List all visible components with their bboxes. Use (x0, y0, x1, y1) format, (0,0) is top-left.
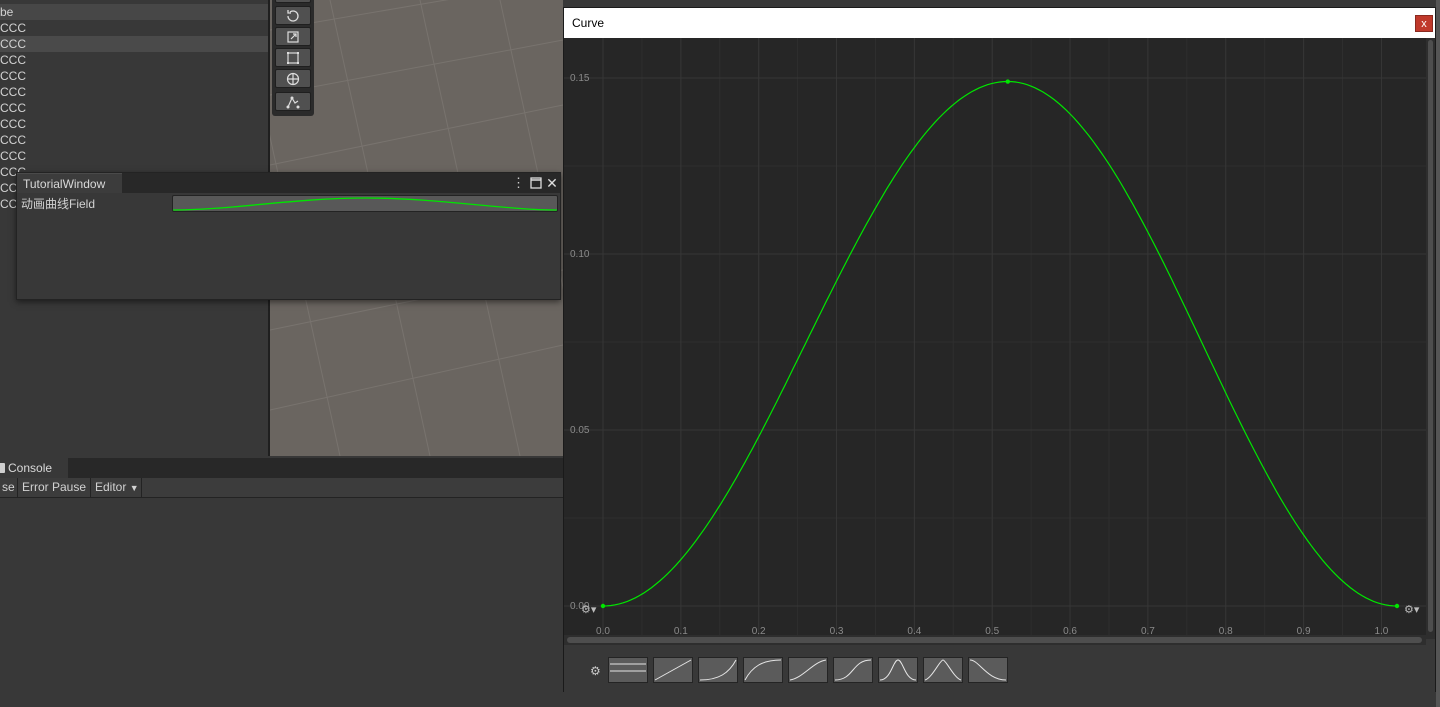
hierarchy-item[interactable]: CCC (0, 132, 268, 148)
custom-tool-button[interactable] (275, 92, 311, 111)
transform-icon (286, 72, 300, 85)
rotate-icon (287, 9, 299, 22)
vertical-scrollbar[interactable] (1426, 38, 1435, 639)
curve-field-preview[interactable] (172, 195, 558, 212)
horizontal-scrollbar[interactable] (564, 635, 1426, 645)
move-tool-button[interactable] (275, 0, 311, 3)
maximize-icon[interactable] (529, 176, 543, 190)
curve-plot-area[interactable]: 0.0 0.1 0.2 0.3 0.4 0.5 0.6 0.7 0.8 0.9 1.0 0.15 0.1… (564, 38, 1426, 639)
console-tab-bar: Console (0, 458, 563, 479)
preset-ease-in-out-soft-button[interactable] (788, 657, 828, 683)
scene-toolbar (272, 0, 314, 116)
preset-ease-in-out-button[interactable] (833, 657, 873, 683)
more-menu-icon[interactable]: ⋮ (512, 175, 525, 191)
hierarchy-item[interactable]: be (0, 4, 268, 20)
console-log-area[interactable] (0, 498, 563, 707)
curve-field-label: 动画曲线Field (21, 197, 96, 211)
presets-settings-icon[interactable]: ⚙ (590, 665, 602, 677)
hierarchy-item[interactable]: CCC (0, 148, 268, 164)
hierarchy-item[interactable]: CCC (0, 84, 268, 100)
rotate-tool-button[interactable] (275, 6, 311, 25)
tutorial-window: TutorialWindow ⋮ ✕ 动画曲线Field (16, 172, 561, 300)
rect-icon (287, 51, 299, 64)
preset-bell-sharp-button[interactable] (923, 657, 963, 683)
custom-tool-icon (286, 96, 300, 108)
scale-icon (287, 30, 299, 43)
hierarchy-item[interactable]: CCC (0, 68, 268, 84)
window-edge (1436, 0, 1440, 707)
console-tab-label: Console (8, 461, 53, 475)
console-toolbar: se Error Pause Editor ▼ (0, 478, 563, 498)
transform-tool-button[interactable] (275, 69, 311, 88)
preset-ease-out-fall-button[interactable] (968, 657, 1008, 683)
hierarchy-item[interactable]: CCC (0, 116, 268, 132)
y-tick-label: 0.10 (570, 249, 590, 260)
curve-key-point[interactable] (1394, 603, 1400, 609)
curve-presets-bar: ⚙ (564, 645, 1435, 692)
rect-tool-button[interactable] (275, 48, 311, 67)
preset-ease-out-button[interactable] (743, 657, 783, 683)
editor-dropdown-label: Editor (95, 480, 127, 494)
tutorial-window-tab[interactable]: TutorialWindow (17, 173, 122, 193)
close-icon[interactable]: ✕ (545, 175, 559, 191)
curve-editor-window: Curve x 0.0 0.1 0.2 0.3 0.4 0.5 0.6 0.7 0.8 0.9 1.… (563, 7, 1436, 692)
preset-bell-button[interactable] (878, 657, 918, 683)
console-icon (0, 463, 5, 473)
curve-chart[interactable]: 0.0 0.1 0.2 0.3 0.4 0.5 0.6 0.7 0.8 0.9 1.00.150.1… (564, 38, 1426, 639)
curve-line (602, 80, 1398, 607)
console-tab[interactable]: Console (0, 458, 68, 479)
dropdown-arrow-icon: ▼ (129, 483, 139, 493)
curve-key-point[interactable] (600, 603, 606, 609)
y-tick-label: 0.05 (570, 425, 590, 436)
hierarchy-item[interactable]: CCC (0, 20, 268, 36)
preset-ease-in-button[interactable] (698, 657, 738, 683)
y-tick-label: 0.15 (570, 73, 590, 84)
curve-key-point[interactable] (1005, 79, 1010, 84)
scale-tool-button[interactable] (275, 27, 311, 46)
editor-dropdown[interactable]: Editor ▼ (92, 478, 142, 497)
tutorial-tab-bar: TutorialWindow ⋮ ✕ (17, 173, 560, 193)
hierarchy-item[interactable]: CCC (0, 100, 268, 116)
preset-flat-button[interactable] (608, 657, 648, 683)
curve-window-title: Curve (564, 8, 1435, 38)
error-pause-button[interactable]: Error Pause (19, 478, 91, 497)
hierarchy-item[interactable]: CCC (0, 36, 268, 52)
hierarchy-item[interactable]: CCC (0, 52, 268, 68)
collapse-button[interactable]: se (0, 478, 18, 497)
curve-window-close-button[interactable]: x (1415, 15, 1433, 32)
preset-linear-button[interactable] (653, 657, 693, 683)
right-key-settings-icon[interactable]: ⚙▾ (1404, 604, 1419, 616)
left-key-settings-icon[interactable]: ⚙▾ (581, 604, 596, 616)
